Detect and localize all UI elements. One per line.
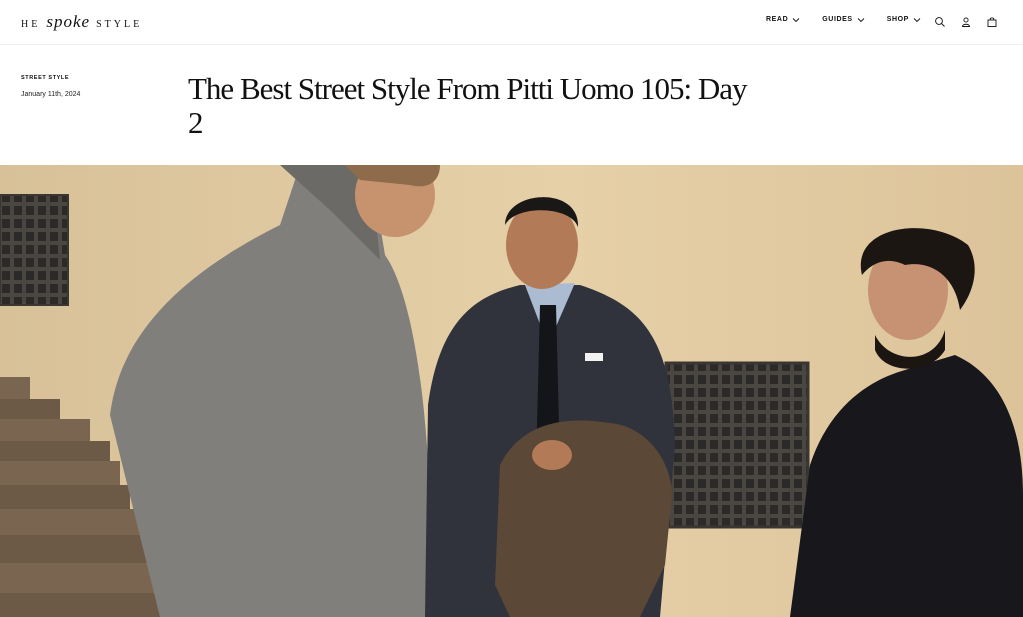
nav-item-label: SHOP xyxy=(886,16,909,23)
chevron-down-icon xyxy=(857,17,865,22)
account-icon[interactable] xyxy=(960,15,972,27)
site-header: HE spoke STYLE READ GUIDES SHOP xyxy=(0,0,1023,45)
logo-prefix: HE xyxy=(21,19,41,30)
nav-item-shop[interactable]: SHOP xyxy=(887,16,921,23)
nav-item-label: GUIDES xyxy=(822,16,853,23)
article-category[interactable]: STREET STYLE xyxy=(21,75,80,81)
search-icon[interactable] xyxy=(934,15,946,27)
logo-middle: spoke xyxy=(46,12,91,31)
bag-icon[interactable] xyxy=(986,15,998,27)
chevron-down-icon xyxy=(913,17,921,22)
hero-photo-illustration xyxy=(0,165,1023,617)
main-nav: READ GUIDES SHOP xyxy=(766,16,921,23)
site-logo[interactable]: HE spoke STYLE xyxy=(21,12,142,32)
header-actions xyxy=(934,15,998,27)
nav-item-label: READ xyxy=(766,16,789,23)
hero-photo xyxy=(0,165,1023,617)
nav-item-guides[interactable]: GUIDES xyxy=(822,16,865,23)
article-title: The Best Street Style From Pitti Uomo 10… xyxy=(188,71,747,140)
logo-suffix: STYLE xyxy=(96,19,143,30)
article-meta: STREET STYLE January 11th, 2024 xyxy=(21,75,80,98)
article-date: January 11th, 2024 xyxy=(21,91,81,98)
chevron-down-icon xyxy=(792,17,800,22)
nav-item-read[interactable]: READ xyxy=(766,16,800,23)
